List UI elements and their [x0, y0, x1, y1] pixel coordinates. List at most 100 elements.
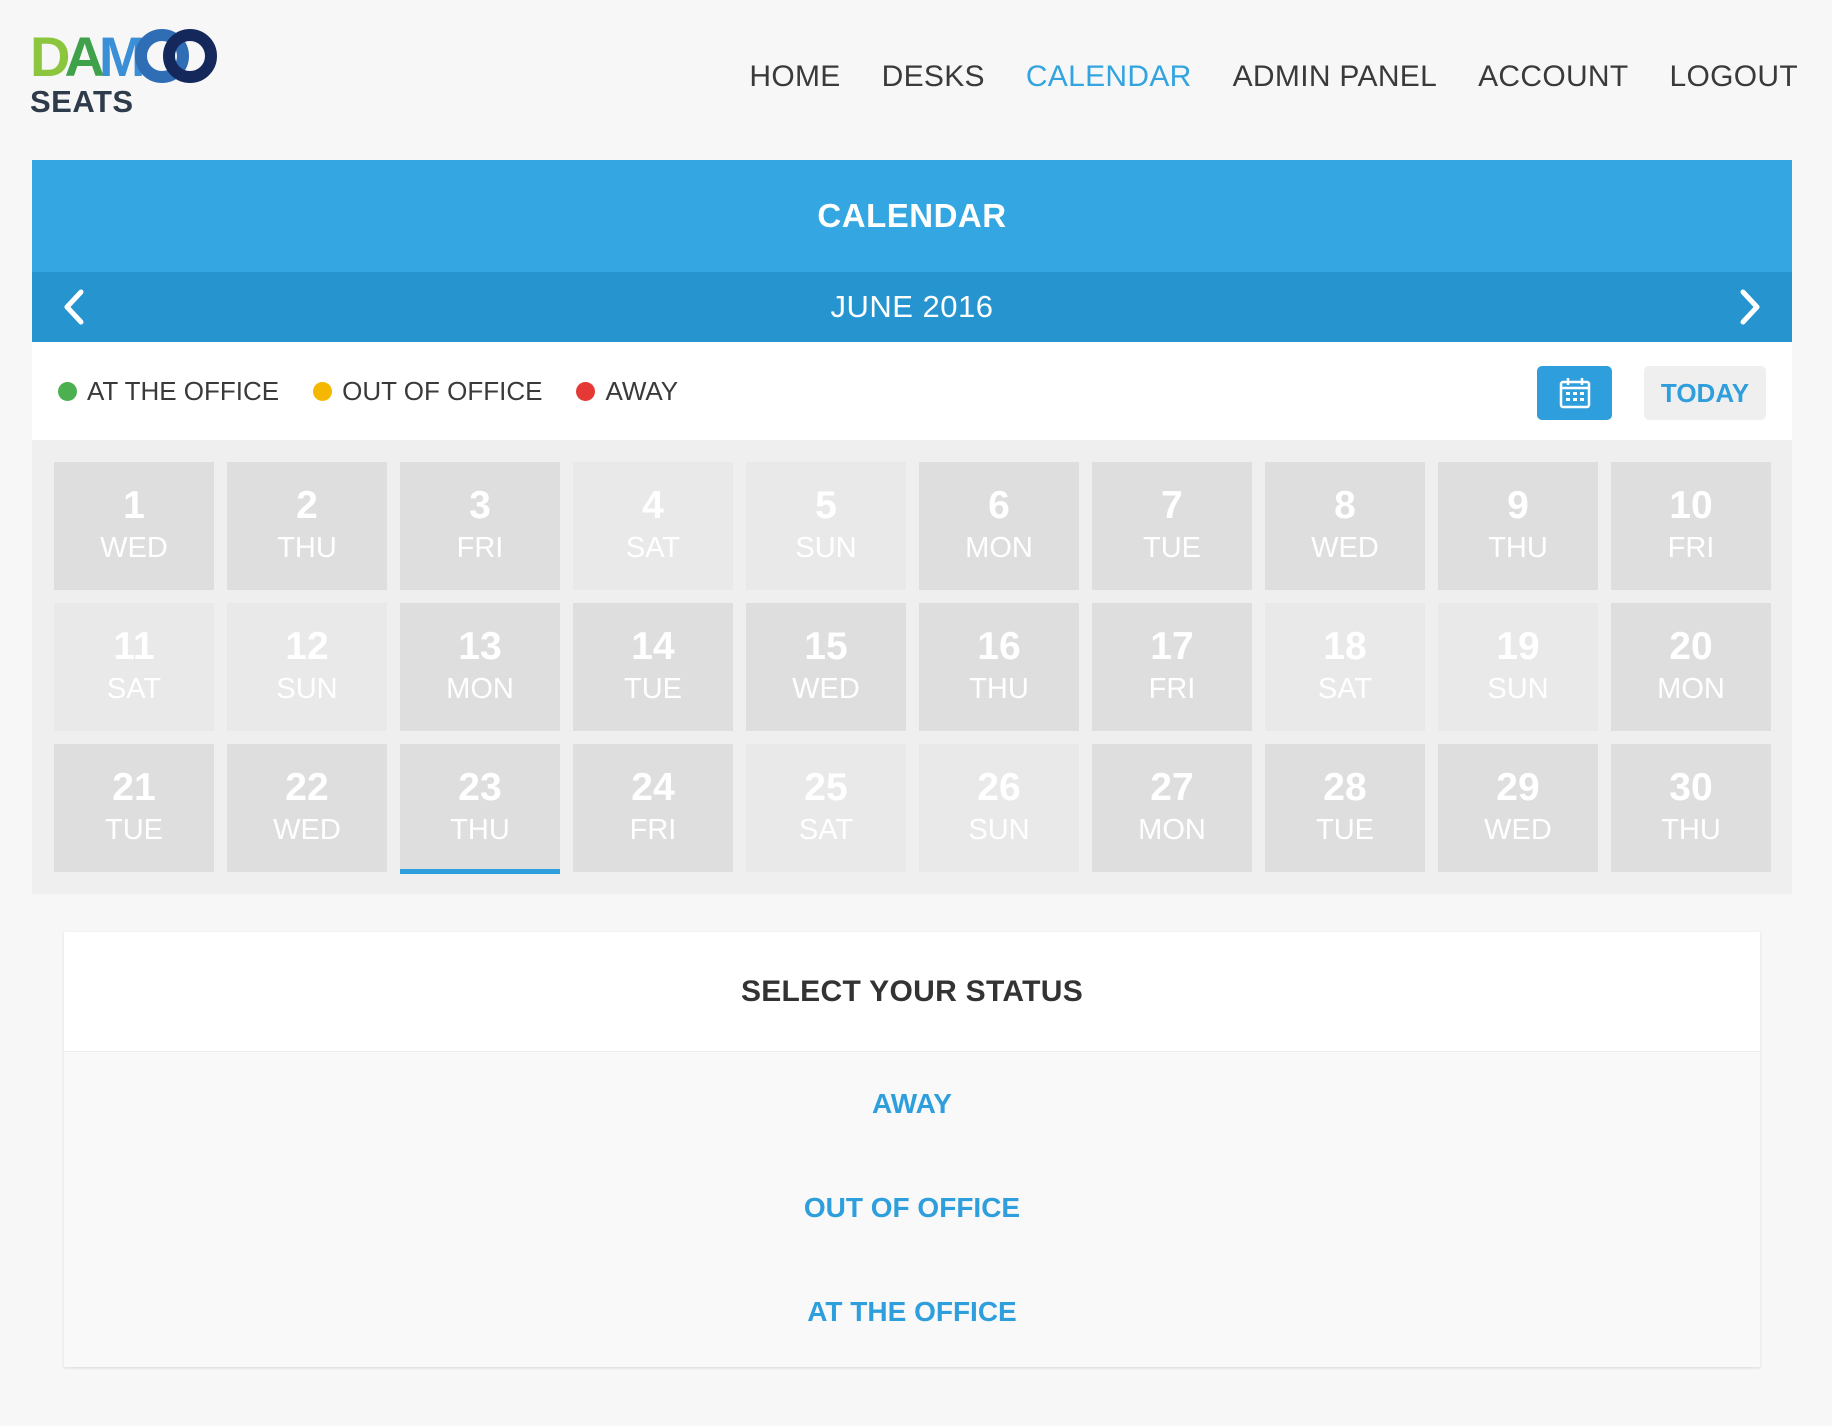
day-weekday: MON — [1657, 673, 1725, 705]
status-option-at-the-office[interactable]: AT THE OFFICE — [64, 1260, 1760, 1364]
day-cell[interactable]: 20 MON — [1611, 603, 1771, 731]
day-weekday: FRI — [1667, 532, 1715, 564]
day-weekday: SUN — [968, 814, 1030, 846]
previous-month-button[interactable] — [44, 272, 104, 342]
product-name: SEATS — [30, 84, 134, 119]
day-number: 30 — [1669, 766, 1713, 809]
logo[interactable]: DAM SEATS — [30, 28, 220, 123]
calendar-panel: CALENDAR JUNE 2016 AT THE OFFICE OUT OF … — [32, 160, 1792, 894]
day-weekday: SUN — [276, 673, 338, 705]
legend-at-office: AT THE OFFICE — [58, 376, 279, 407]
legend-away: AWAY — [576, 376, 678, 407]
nav-calendar[interactable]: CALENDAR — [1026, 60, 1192, 94]
day-cell[interactable]: 3 FRI — [400, 462, 560, 590]
day-weekday: SAT — [798, 814, 854, 846]
day-number: 28 — [1323, 766, 1367, 809]
yellow-dot-icon — [313, 381, 333, 401]
day-cell[interactable]: 14 TUE — [573, 603, 733, 731]
day-cell[interactable]: 5 SUN — [746, 462, 906, 590]
day-number: 19 — [1496, 625, 1540, 668]
day-number: 2 — [296, 484, 318, 527]
day-cell[interactable]: 10 FRI — [1611, 462, 1771, 590]
day-weekday: TUE — [105, 814, 163, 846]
nav-admin-panel[interactable]: ADMIN PANEL — [1233, 60, 1437, 94]
day-number: 1 — [123, 484, 145, 527]
day-number: 7 — [1161, 484, 1183, 527]
legend-label: AWAY — [605, 375, 679, 406]
day-cell[interactable]: 29 WED — [1438, 744, 1598, 872]
nav-home[interactable]: HOME — [749, 60, 840, 94]
day-cell[interactable]: 1 WED — [54, 462, 214, 590]
day-number: 3 — [469, 484, 491, 527]
day-cell[interactable]: 19 SUN — [1438, 603, 1598, 731]
day-cell[interactable]: 7 TUE — [1092, 462, 1252, 590]
day-weekday: WED — [1484, 814, 1552, 846]
day-cell[interactable]: 11 SAT — [54, 603, 214, 731]
day-number: 16 — [977, 625, 1021, 668]
chevron-left-icon — [64, 289, 84, 325]
day-number: 13 — [458, 625, 502, 668]
today-button[interactable]: TODAY — [1644, 366, 1766, 420]
green-dot-icon — [58, 381, 77, 401]
day-grid: 1 WED 2 THU 3 FRI 4 SAT 5 SUN 6 MON 7 TUE 8 WED 9 THU 10 FR… — [54, 462, 1771, 874]
day-number: 21 — [112, 766, 156, 809]
day-weekday: MON — [1138, 814, 1206, 846]
day-weekday: TUE — [624, 673, 682, 705]
day-cell[interactable]: 16 THU — [919, 603, 1079, 731]
day-number: 23 — [458, 766, 502, 809]
day-weekday: FRI — [629, 814, 677, 846]
day-cell[interactable]: 27 MON — [1092, 744, 1252, 872]
day-weekday: SUN — [1487, 673, 1549, 705]
day-number: 8 — [1334, 484, 1356, 527]
day-cell[interactable]: 22 WED — [227, 744, 387, 872]
day-number: 11 — [113, 625, 155, 668]
day-weekday: MON — [446, 673, 514, 705]
day-cell[interactable]: 23 THU — [400, 744, 560, 874]
day-weekday: WED — [273, 814, 341, 846]
day-cell[interactable]: 17 FRI — [1092, 603, 1252, 731]
day-weekday: THU — [277, 532, 337, 564]
day-weekday: SAT — [625, 532, 681, 564]
day-cell[interactable]: 28 TUE — [1265, 744, 1425, 872]
date-picker-button[interactable] — [1537, 366, 1612, 420]
header: DAM SEATS HOME DESKS CALENDAR ADMIN PANE… — [0, 0, 1832, 140]
day-weekday: THU — [1661, 814, 1721, 846]
day-cell[interactable]: 12 SUN — [227, 603, 387, 731]
day-weekday: WED — [1311, 532, 1379, 564]
nav-account[interactable]: ACCOUNT — [1478, 60, 1628, 94]
day-cell[interactable]: 18 SAT — [1265, 603, 1425, 731]
day-cell[interactable]: 25 SAT — [746, 744, 906, 872]
day-cell[interactable]: 8 WED — [1265, 462, 1425, 590]
day-cell[interactable]: 30 THU — [1611, 744, 1771, 872]
day-number: 4 — [642, 484, 664, 527]
day-number: 22 — [285, 766, 329, 809]
day-number: 12 — [285, 625, 329, 668]
day-cell[interactable]: 9 THU — [1438, 462, 1598, 590]
status-option-out-of-office[interactable]: OUT OF OFFICE — [64, 1156, 1760, 1260]
day-cell[interactable]: 13 MON — [400, 603, 560, 731]
month-bar: JUNE 2016 — [32, 272, 1792, 342]
day-cell[interactable]: 6 MON — [919, 462, 1079, 590]
nav-desks[interactable]: DESKS — [882, 60, 985, 94]
day-number: 9 — [1507, 484, 1529, 527]
day-cell[interactable]: 4 SAT — [573, 462, 733, 590]
next-month-button[interactable] — [1720, 272, 1780, 342]
nav-logout[interactable]: LOGOUT — [1670, 60, 1798, 94]
legend-out-of-office: OUT OF OFFICE — [313, 376, 542, 407]
status-option-away[interactable]: AWAY — [64, 1052, 1760, 1156]
day-cell[interactable]: 21 TUE — [54, 744, 214, 872]
day-weekday: TUE — [1316, 814, 1374, 846]
day-cell[interactable]: 24 FRI — [573, 744, 733, 872]
day-number: 14 — [631, 625, 675, 668]
day-weekday: SAT — [106, 673, 162, 705]
svg-text:DAM: DAM — [30, 28, 142, 84]
day-cell[interactable]: 15 WED — [746, 603, 906, 731]
day-number: 26 — [977, 766, 1021, 809]
day-cell[interactable]: 26 SUN — [919, 744, 1079, 872]
day-number: 10 — [1669, 484, 1713, 527]
legend-label: OUT OF OFFICE — [342, 375, 543, 406]
day-weekday: SUN — [795, 532, 857, 564]
day-number: 29 — [1496, 766, 1540, 809]
day-cell[interactable]: 2 THU — [227, 462, 387, 590]
legend-label: AT THE OFFICE — [87, 375, 280, 406]
